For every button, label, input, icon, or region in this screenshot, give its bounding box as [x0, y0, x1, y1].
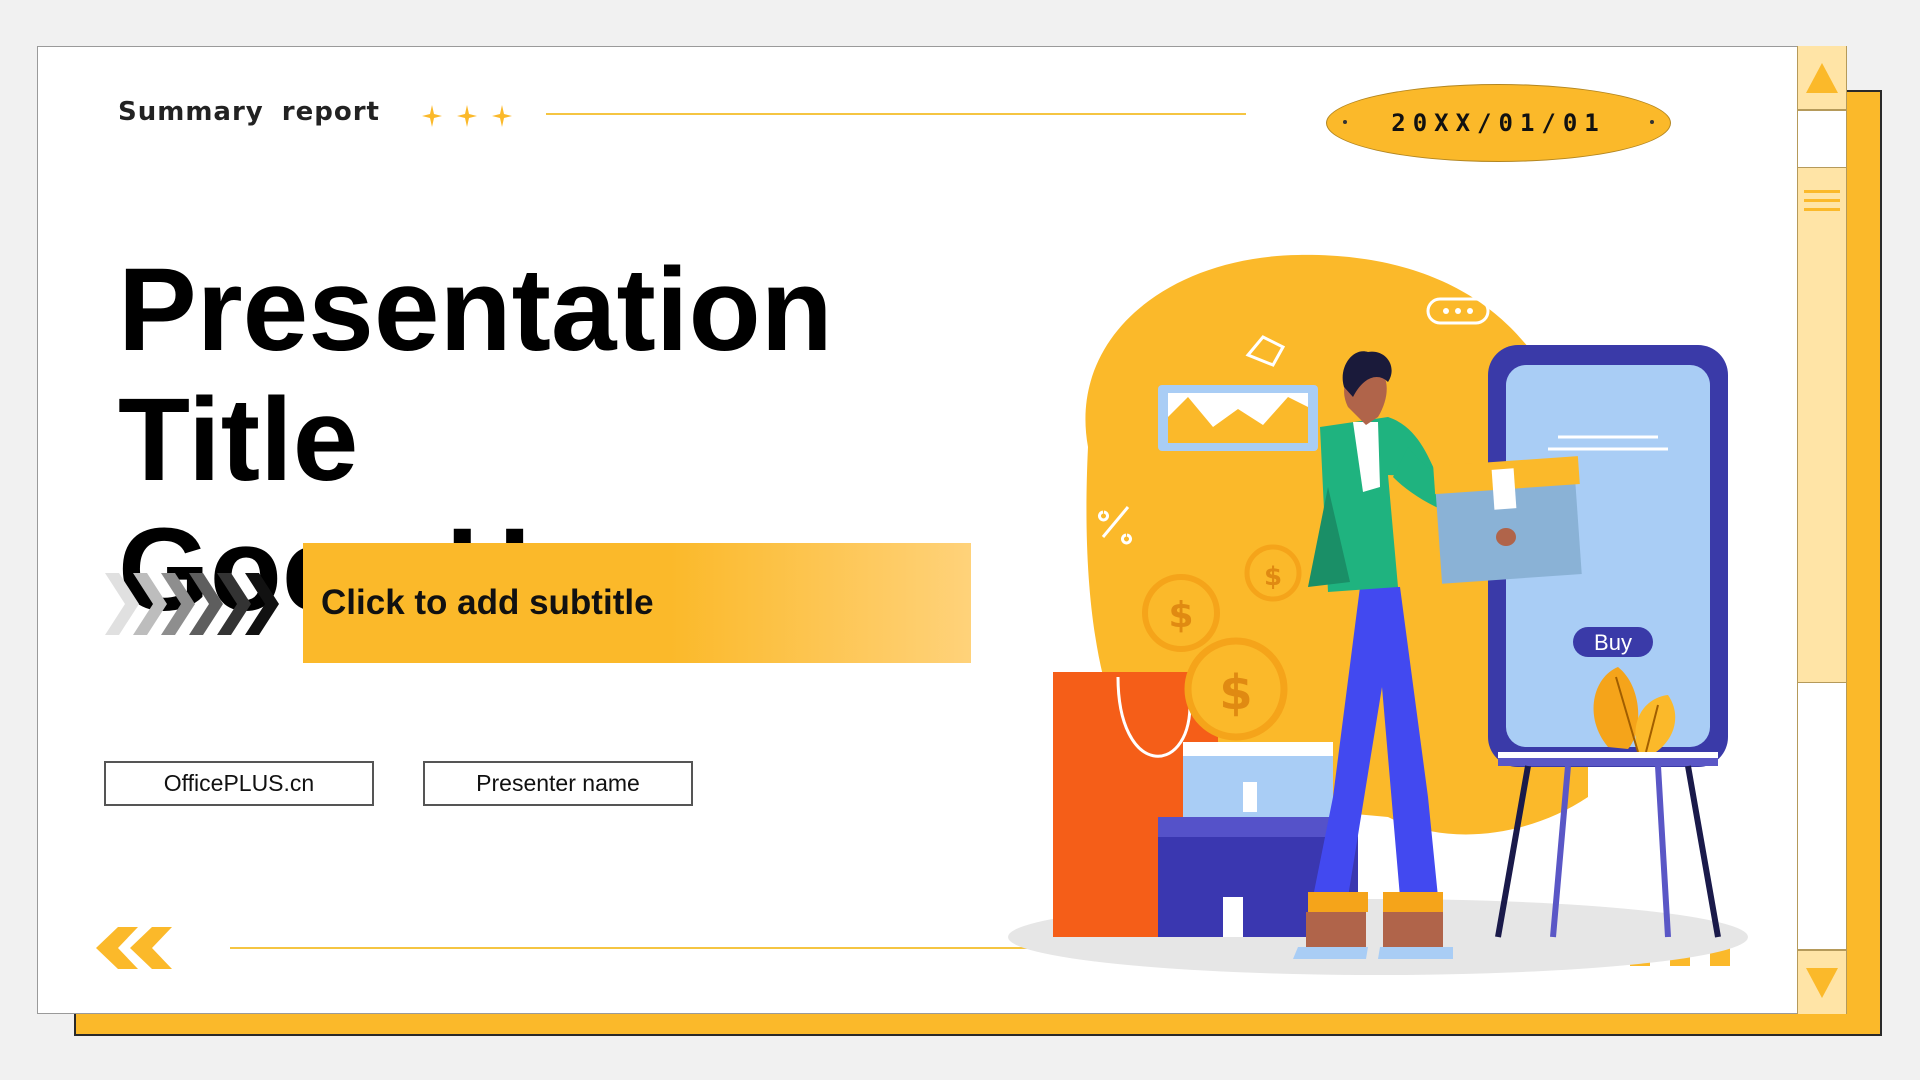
- buy-button-label: Buy: [1594, 630, 1632, 655]
- triangle-down-icon: [1806, 967, 1838, 998]
- scroll-track-upper[interactable]: [1798, 110, 1846, 168]
- slide-canvas: Summary report 20XX/01/01 Presentation T…: [37, 46, 1847, 1014]
- presenter-name-box[interactable]: Presenter name: [423, 761, 693, 806]
- svg-text:$: $: [1219, 665, 1252, 721]
- vertical-scrollbar[interactable]: [1797, 46, 1847, 1014]
- scroll-down-button[interactable]: [1798, 950, 1846, 1014]
- header-divider: [546, 113, 1246, 115]
- double-chevron-left-icon: [96, 927, 172, 969]
- grip-lines-icon: [1804, 190, 1840, 211]
- sparkle-icon: [422, 105, 512, 127]
- date-dot-left: [1343, 120, 1347, 124]
- date-badge: 20XX/01/01: [1326, 84, 1671, 162]
- chevron-right-icon: [105, 573, 279, 635]
- scroll-thumb[interactable]: [1798, 186, 1846, 216]
- scroll-up-button[interactable]: [1798, 46, 1846, 110]
- title-line-1: Presentation Title: [118, 244, 833, 506]
- subtitle-box[interactable]: Click to add subtitle: [303, 543, 971, 663]
- summary-report-label: Summary report: [118, 97, 380, 127]
- triangle-up-icon: [1806, 62, 1838, 93]
- scroll-track-lower[interactable]: [1798, 682, 1846, 950]
- svg-text:$: $: [1168, 595, 1193, 636]
- subtitle-text: Click to add subtitle: [321, 583, 654, 622]
- shopping-illustration: $ $ $ Buy: [1008, 254, 1748, 975]
- website-box[interactable]: OfficePLUS.cn: [104, 761, 374, 806]
- date-dot-right: [1650, 120, 1654, 124]
- svg-text:$: $: [1264, 562, 1282, 592]
- date-text: 20XX/01/01: [1391, 109, 1606, 137]
